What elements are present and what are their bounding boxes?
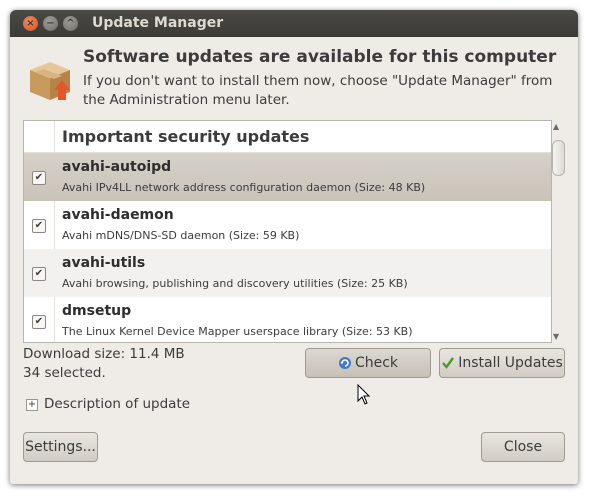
title-bar[interactable]: × − ^ Update Manager [10, 10, 578, 37]
package-name: avahi-daemon [62, 207, 174, 223]
update-checkbox[interactable]: ✔ [32, 171, 46, 185]
package-name: dmsetup [62, 303, 132, 319]
headline: Software updates are available for this … [83, 47, 557, 67]
update-checkbox[interactable]: ✔ [32, 267, 46, 281]
package-description: Avahi browsing, publishing and discovery… [62, 277, 408, 290]
list-scrollbar[interactable]: ▲ ▼ [551, 120, 565, 343]
checkmark-icon [442, 357, 455, 369]
list-item[interactable]: ✔ avahi-utils Avahi browsing, publishing… [24, 249, 551, 297]
package-box-icon [30, 62, 70, 100]
selected-count-label: 34 selected. [23, 365, 106, 381]
close-button[interactable]: Close [481, 432, 565, 462]
scroll-thumb[interactable] [552, 140, 565, 176]
updates-list[interactable]: Important security updates ✔ avahi-autoi… [23, 120, 552, 343]
description-expander[interactable]: + Description of update [26, 396, 190, 412]
package-name: avahi-autoipd [62, 159, 172, 175]
package-description: Avahi IPv4LL network address configurati… [62, 181, 426, 194]
refresh-icon [338, 357, 351, 369]
list-item[interactable]: ✔ dmsetup The Linux Kernel Device Mapper… [24, 297, 551, 342]
window-close-icon[interactable]: × [23, 16, 38, 31]
list-item[interactable]: ✔ avahi-autoipd Avahi IPv4LL network add… [24, 153, 551, 201]
install-updates-button[interactable]: Install Updates [439, 348, 565, 378]
install-button-label: Install Updates [458, 355, 563, 371]
settings-button[interactable]: Settings... [23, 432, 98, 462]
check-button-label: Check [354, 355, 399, 371]
window-minimize-icon[interactable]: − [43, 16, 58, 31]
header-subtext: If you don't want to install them now, c… [83, 73, 553, 108]
expander-label: Description of update [44, 396, 191, 412]
update-checkbox[interactable]: ✔ [32, 315, 46, 329]
expand-plus-icon[interactable]: + [26, 399, 38, 411]
check-button[interactable]: Check [305, 348, 431, 378]
mouse-pointer-icon [357, 384, 371, 405]
scroll-down-icon[interactable]: ▼ [553, 332, 559, 341]
download-size-label: Download size: 11.4 MB [23, 346, 185, 362]
package-description: The Linux Kernel Device Mapper userspace… [62, 325, 413, 338]
window-title: Update Manager [92, 15, 224, 31]
section-title: Important security updates [62, 127, 310, 146]
update-checkbox[interactable]: ✔ [32, 219, 46, 233]
package-name: avahi-utils [62, 255, 146, 271]
list-item[interactable]: ✔ avahi-daemon Avahi mDNS/DNS-SD daemon … [24, 201, 551, 249]
update-manager-window: × − ^ Update Manager Software updates ar… [10, 10, 578, 484]
window-maximize-icon[interactable]: ^ [63, 16, 78, 31]
scroll-up-icon[interactable]: ▲ [553, 122, 559, 131]
package-description: Avahi mDNS/DNS-SD daemon (Size: 59 KB) [62, 229, 300, 242]
section-header: Important security updates [24, 121, 551, 153]
